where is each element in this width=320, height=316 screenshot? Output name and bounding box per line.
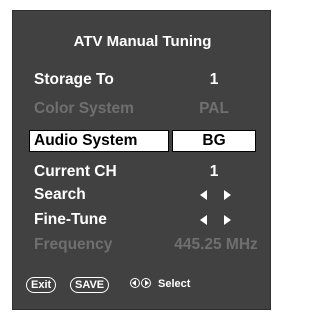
row-label: Frequency — [34, 236, 113, 253]
menu-row-frequency: Frequency 445.25 MHz — [13, 234, 272, 258]
row-value: 445.25 MHz — [174, 236, 258, 253]
circle-right-icon — [141, 278, 151, 288]
circle-left-icon — [130, 278, 140, 288]
menu-title: ATV Manual Tuning — [73, 33, 212, 50]
row-value: 1 — [209, 163, 219, 180]
exit-button[interactable]: Exit — [26, 277, 57, 293]
row-value: 1 — [209, 71, 219, 88]
row-value: PAL — [199, 100, 229, 117]
row-label: Fine-Tune — [34, 211, 107, 228]
left-right-arrows-icon[interactable] — [196, 212, 248, 230]
arrow-left-icon — [200, 190, 207, 200]
select-hint-label: Select — [158, 278, 191, 290]
row-label: Search — [34, 186, 86, 203]
row-label: Storage To — [34, 71, 114, 88]
row-label: Color System — [34, 100, 134, 117]
row-value: BG — [202, 132, 226, 149]
menu-footer: Exit SAVE Select — [13, 274, 272, 296]
save-button[interactable]: SAVE — [70, 277, 110, 293]
osd-menu-panel: ATV Manual Tuning Storage To 1 Color Sys… — [12, 10, 271, 310]
menu-row-fine-tune[interactable]: Fine-Tune — [13, 209, 272, 233]
left-right-circle-arrows-icon — [130, 278, 152, 292]
menu-row-storage-to[interactable]: Storage To 1 — [13, 69, 272, 93]
menu-row-color-system: Color System PAL — [13, 98, 272, 122]
row-label: Audio System — [34, 132, 138, 149]
row-label: Current CH — [34, 163, 117, 180]
left-right-arrows-icon[interactable] — [196, 187, 248, 205]
arrow-right-icon — [224, 190, 231, 200]
menu-row-current-ch[interactable]: Current CH 1 — [13, 161, 272, 185]
arrow-left-icon — [200, 215, 207, 225]
menu-row-search[interactable]: Search — [13, 184, 272, 208]
arrow-right-icon — [224, 215, 231, 225]
menu-row-audio-system[interactable]: Audio System BG — [13, 130, 272, 154]
